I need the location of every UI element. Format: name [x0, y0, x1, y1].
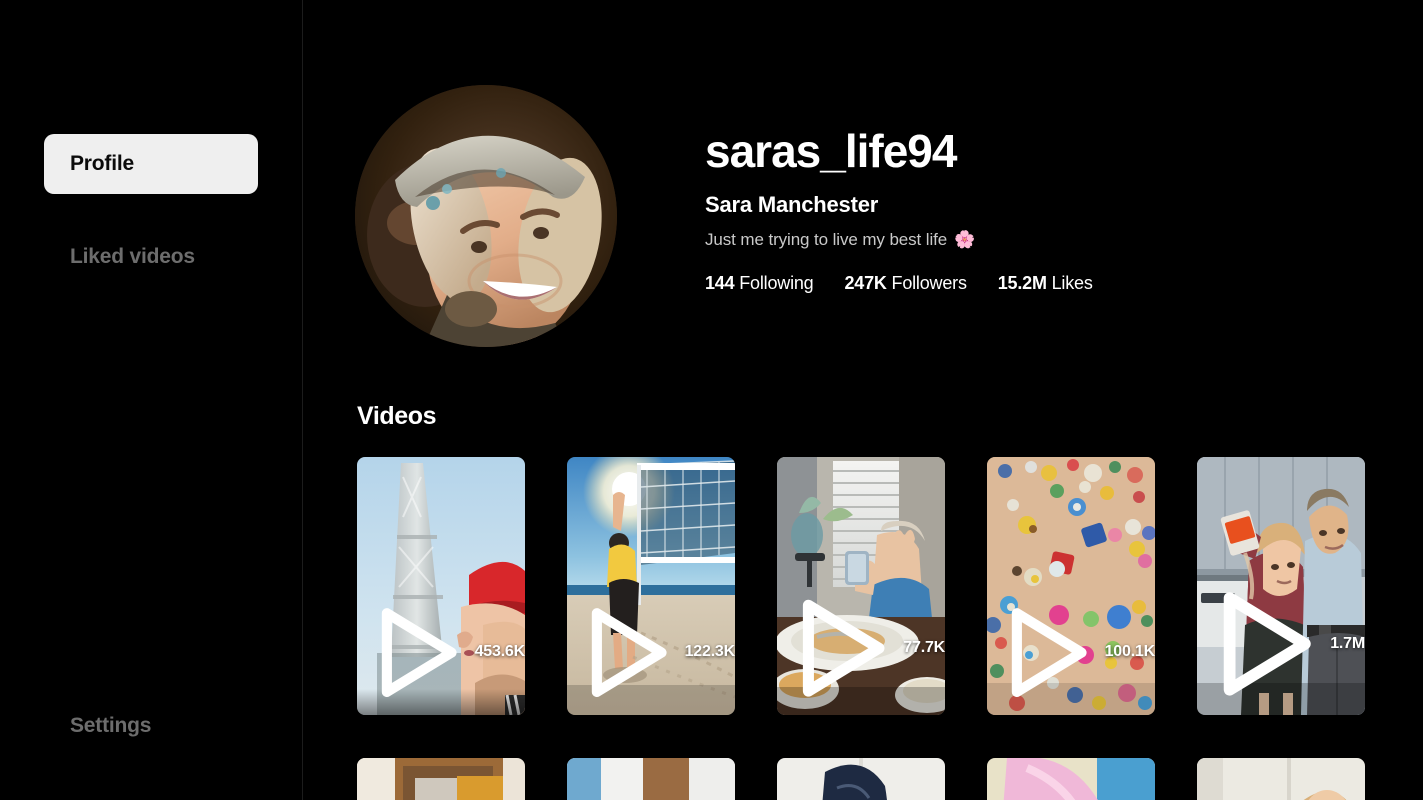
- sidebar-item-settings-label: Settings: [70, 714, 152, 737]
- thumbnail-image: [357, 758, 525, 800]
- stat-followers-label: Followers: [891, 272, 967, 293]
- video-views-1: 453.6K: [370, 602, 525, 703]
- video-views-count-1: 453.6K: [474, 643, 525, 661]
- stat-followers[interactable]: 247K Followers: [844, 273, 966, 294]
- stat-followers-value: 247K: [844, 272, 887, 293]
- stat-likes-value: 15.2M: [997, 272, 1047, 293]
- video-views-count-3: 77.7K: [903, 638, 945, 656]
- video-views-4: 100.1K: [1000, 602, 1155, 703]
- profile-identity: saras_life94 Sara Manchester Just me try…: [617, 85, 1093, 294]
- video-thumbnail-4[interactable]: 100.1K: [987, 457, 1155, 715]
- video-thumbnail-5[interactable]: 1.7M: [1197, 457, 1365, 715]
- avatar[interactable]: [355, 85, 617, 347]
- video-views-5: 1.7M: [1210, 585, 1365, 703]
- avatar-image: [355, 85, 617, 347]
- profile-bio: Just me trying to live my best life 🌸: [705, 230, 1093, 250]
- video-views-count-4: 100.1K: [1104, 643, 1155, 661]
- thumbnail-image: [777, 758, 945, 800]
- thumbnail-image: [987, 758, 1155, 800]
- video-thumbnail-8[interactable]: [777, 758, 945, 800]
- video-thumbnail-6[interactable]: [357, 758, 525, 800]
- page-title: saras_life94: [705, 125, 957, 177]
- sidebar-item-profile-label: Profile: [70, 152, 134, 175]
- videos-section: Videos 453.6K 122.3K 77.7K 100.1K 1.7M: [303, 347, 1423, 800]
- display-name: Sara Manchester: [705, 191, 879, 217]
- video-thumbnail-10[interactable]: [1197, 758, 1365, 800]
- play-triangle-icon: [381, 607, 457, 697]
- video-thumbnail-2[interactable]: 122.3K: [567, 457, 735, 715]
- play-triangle-icon: [1223, 592, 1311, 696]
- video-views-count-5: 1.7M: [1330, 635, 1365, 653]
- sidebar-item-liked-videos[interactable]: Liked videos: [44, 227, 258, 287]
- video-views-count-2: 122.3K: [684, 643, 735, 661]
- sidebar-item-settings[interactable]: Settings: [44, 696, 258, 756]
- video-grid: 453.6K 122.3K 77.7K 100.1K 1.7M: [357, 457, 1423, 800]
- video-thumbnail-7[interactable]: [567, 758, 735, 800]
- stat-likes[interactable]: 15.2M Likes: [998, 273, 1093, 294]
- video-views-3: 77.7K: [790, 593, 945, 703]
- profile-bio-text: Just me trying to live my best life: [705, 229, 948, 249]
- thumbnail-image: [567, 758, 735, 800]
- cherry-blossom-icon: 🌸: [954, 230, 976, 250]
- profile-stats: 144 Following 247K Followers 15.2M Likes: [705, 273, 1093, 294]
- stat-following-label: Following: [739, 272, 814, 293]
- play-triangle-icon: [802, 599, 885, 697]
- main-content: saras_life94 Sara Manchester Just me try…: [303, 0, 1423, 800]
- stat-likes-label: Likes: [1051, 272, 1093, 293]
- stat-following[interactable]: 144 Following: [705, 272, 814, 294]
- play-triangle-icon: [1011, 607, 1087, 697]
- sidebar-item-liked-videos-label: Liked videos: [70, 245, 195, 268]
- video-views-2: 122.3K: [580, 602, 735, 703]
- sidebar-nav-top: Profile Liked videos: [0, 0, 302, 287]
- stat-following-value: 144: [705, 272, 735, 293]
- sidebar-nav-bottom: Settings: [0, 696, 302, 800]
- videos-section-title: Videos: [357, 402, 437, 430]
- video-thumbnail-9[interactable]: [987, 758, 1155, 800]
- profile-header: saras_life94 Sara Manchester Just me try…: [303, 0, 1423, 347]
- video-thumbnail-3[interactable]: 77.7K: [777, 457, 945, 715]
- thumbnail-image: [1197, 758, 1365, 800]
- video-thumbnail-1[interactable]: 453.6K: [357, 457, 525, 715]
- sidebar: Profile Liked videos Settings: [0, 0, 303, 800]
- sidebar-item-profile[interactable]: Profile: [44, 134, 258, 194]
- play-triangle-icon: [591, 607, 667, 697]
- tiktok-profile-page: Profile Liked videos Settings saras_life…: [0, 0, 1423, 800]
